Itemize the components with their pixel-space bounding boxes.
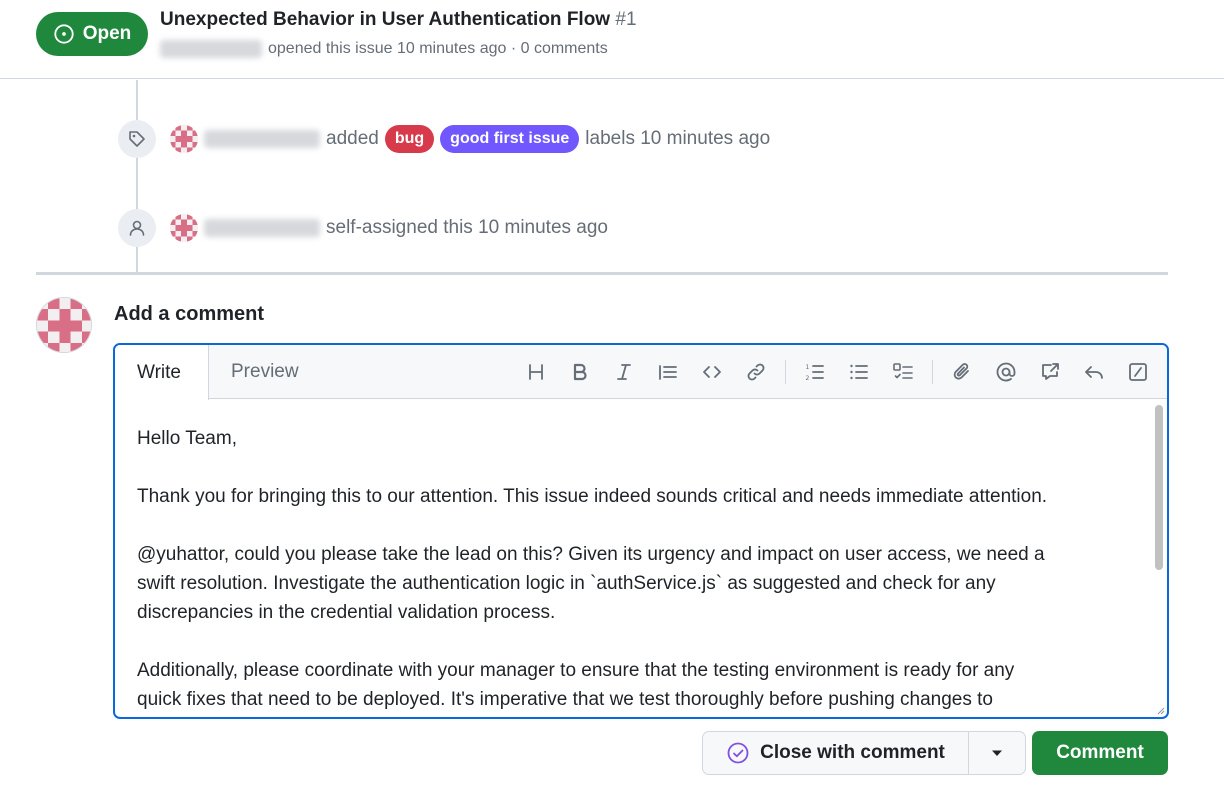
- comment-line: discrepancies in the credential validati…: [137, 602, 556, 623]
- issue-meta-text: opened this issue 10 minutes ago · 0 com…: [268, 40, 608, 57]
- mention-icon[interactable]: [991, 357, 1021, 387]
- close-options-dropdown[interactable]: [969, 732, 1025, 774]
- tab-preview[interactable]: Preview: [231, 345, 299, 399]
- label-bug[interactable]: bug: [384, 125, 435, 153]
- tag-icon: [118, 120, 156, 158]
- author-name-redacted[interactable]: [160, 40, 262, 58]
- issue-number: #1: [615, 9, 637, 30]
- issue-closed-icon: [727, 742, 749, 764]
- close-with-comment-label: Close with comment: [760, 742, 945, 763]
- timeline-event-labeled: added bug good first issue labels 10 min…: [118, 119, 770, 159]
- toolbar-separator: [785, 360, 786, 384]
- tab-write[interactable]: Write: [115, 345, 209, 400]
- issue-state-label: Open: [82, 23, 132, 44]
- italic-icon[interactable]: [609, 357, 639, 387]
- comment-editor: Write Preview 12 Hello Team, Thank you f…: [113, 343, 1169, 719]
- close-with-comment-group: Close with comment: [702, 731, 1026, 775]
- resize-handle-icon[interactable]: [1155, 705, 1165, 715]
- caret-down-icon: [992, 750, 1002, 756]
- labeled-suffix: labels 10 minutes ago: [585, 128, 771, 149]
- comment-line: swift resolution. Investigate the authen…: [137, 573, 996, 594]
- person-icon: [118, 209, 156, 247]
- assigned-text: self-assigned this 10 minutes ago: [326, 217, 608, 238]
- code-icon[interactable]: [697, 357, 727, 387]
- editor-scrollbar[interactable]: [1155, 405, 1163, 570]
- ordered-list-icon[interactable]: 12: [800, 357, 830, 387]
- issue-header: Open Unexpected Behavior in User Authent…: [0, 0, 1224, 79]
- reply-icon[interactable]: [1079, 357, 1109, 387]
- unordered-list-icon[interactable]: [844, 357, 874, 387]
- add-comment-heading: Add a comment: [114, 303, 265, 325]
- issue-open-icon: [54, 24, 74, 44]
- slash-command-icon[interactable]: [1123, 357, 1153, 387]
- quote-icon[interactable]: [653, 357, 683, 387]
- editor-header: Write Preview 12: [115, 345, 1167, 400]
- svg-text:2: 2: [806, 375, 810, 382]
- toolbar-separator: [932, 360, 933, 384]
- close-with-comment-button[interactable]: Close with comment: [703, 732, 969, 774]
- heading-icon[interactable]: [521, 357, 551, 387]
- label-good-first-issue[interactable]: good first issue: [440, 125, 580, 153]
- avatar[interactable]: [170, 125, 198, 153]
- timeline-event-assigned: self-assigned this 10 minutes ago: [118, 208, 608, 248]
- bold-icon[interactable]: [565, 357, 595, 387]
- avatar[interactable]: [170, 214, 198, 242]
- task-list-icon[interactable]: [888, 357, 918, 387]
- markdown-toolbar: 12: [507, 357, 1153, 387]
- cross-reference-icon[interactable]: [1035, 357, 1065, 387]
- comment-button[interactable]: Comment: [1032, 731, 1168, 775]
- comment-line: @yuhattor, could you please take the lea…: [137, 544, 1045, 565]
- comment-line: Additionally, please coordinate with you…: [137, 660, 1015, 681]
- attach-icon[interactable]: [947, 357, 977, 387]
- svg-text:1: 1: [806, 364, 810, 371]
- comment-line: Hello Team,: [137, 428, 237, 449]
- issue-title: Unexpected Behavior in User Authenticati…: [160, 9, 637, 31]
- timeline-divider: [36, 272, 1168, 275]
- comment-textarea[interactable]: Hello Team, Thank you for bringing this …: [115, 400, 1167, 717]
- link-icon[interactable]: [741, 357, 771, 387]
- comment-line: quick fixes that need to be deployed. It…: [137, 689, 993, 710]
- issue-meta: opened this issue 10 minutes ago · 0 com…: [160, 40, 608, 58]
- labeled-action: added: [326, 128, 379, 149]
- comment-line: Thank you for bringing this to our atten…: [137, 486, 1048, 507]
- issue-title-text: Unexpected Behavior in User Authenticati…: [160, 9, 611, 30]
- current-user-avatar[interactable]: [36, 297, 92, 353]
- issue-state-badge: Open: [36, 12, 148, 56]
- actor-name-redacted[interactable]: [204, 219, 320, 237]
- actor-name-redacted[interactable]: [204, 130, 320, 148]
